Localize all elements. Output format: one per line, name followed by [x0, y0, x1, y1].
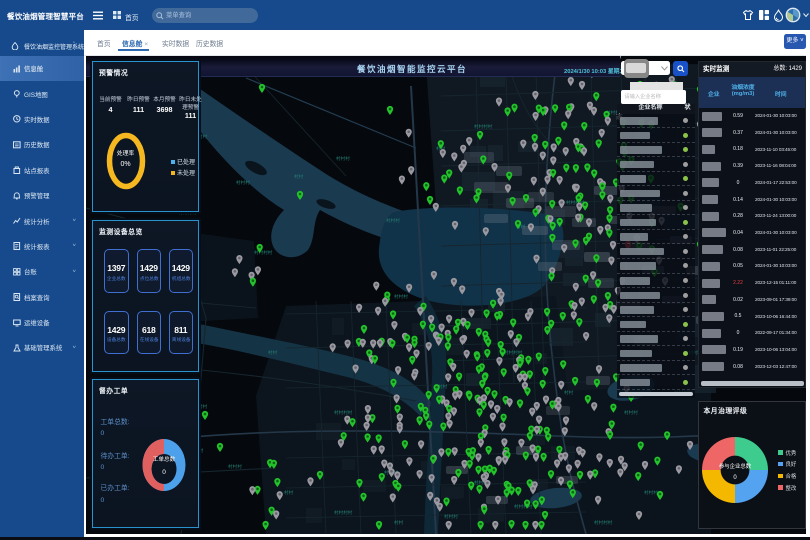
svg-text:村村: 村村 [294, 173, 304, 179]
svg-text:村村: 村村 [284, 489, 294, 495]
svg-text:村村: 村村 [198, 133, 208, 139]
svg-text:村村: 村村 [198, 403, 208, 409]
svg-text:村村: 村村 [564, 389, 574, 395]
svg-text:村村: 村村 [394, 519, 404, 525]
svg-text:村村村: 村村村 [336, 155, 350, 161]
svg-text:村村村: 村村村 [386, 217, 400, 223]
svg-text:村村村: 村村村 [624, 409, 638, 415]
svg-text:村村村: 村村村 [228, 463, 242, 469]
svg-text:村村村村: 村村村村 [334, 409, 353, 415]
svg-text:村村: 村村 [268, 349, 278, 355]
svg-text:村村村村: 村村村村 [594, 519, 613, 525]
svg-text:村村村村: 村村村村 [504, 349, 523, 355]
svg-text:村村村村: 村村村村 [254, 249, 273, 255]
svg-text:村村村: 村村村 [644, 489, 658, 495]
svg-text:0: 0 [162, 469, 166, 476]
svg-text:村村村: 村村村 [236, 179, 250, 185]
svg-text:村村村: 村村村 [394, 293, 408, 299]
svg-text:村村村村: 村村村村 [474, 123, 493, 129]
svg-text:工单总数: 工单总数 [152, 455, 175, 463]
svg-text:村村村村: 村村村村 [334, 509, 353, 515]
svg-text:村村村: 村村村 [444, 513, 458, 519]
svg-text:参与企业总数: 参与企业总数 [718, 462, 751, 470]
